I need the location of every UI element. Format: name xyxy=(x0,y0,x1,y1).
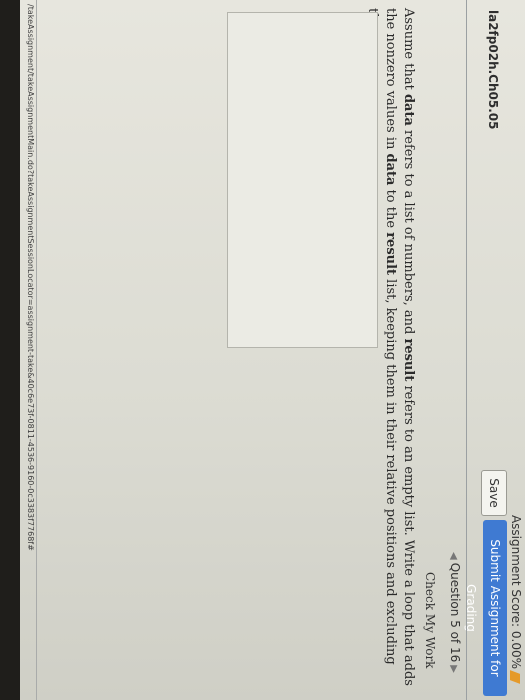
assignment-score: Assignment Score: 0.00% xyxy=(509,514,523,684)
question-navigation: ◀ Question 5 of 16 ▶ xyxy=(448,549,462,676)
header-divider xyxy=(466,0,467,700)
answer-input[interactable] xyxy=(227,12,378,348)
question-keyword-result: result xyxy=(401,338,416,382)
previous-question-icon[interactable]: ◀ xyxy=(448,552,459,560)
question-text-part: to the xyxy=(383,185,398,233)
question-text-part: refers to a list of numbers, and xyxy=(401,125,416,339)
submit-assignment-button[interactable]: Submit Assignment for Grading xyxy=(464,520,507,696)
assignment-title: la2fp02h.Ch05.05 xyxy=(486,10,500,130)
save-button[interactable]: Save xyxy=(481,470,507,516)
question-keyword-result: result xyxy=(383,232,398,276)
taskbar xyxy=(0,0,20,700)
question-keyword-data: data xyxy=(383,153,398,186)
page: Assignment Score: 0.00% Save Submit Assi… xyxy=(0,0,525,700)
next-question-icon[interactable]: ▶ xyxy=(448,665,459,673)
question-keyword-data: data xyxy=(401,93,416,126)
status-url: /takeAssignment/takeAssignmentMain.do?ta… xyxy=(26,4,35,551)
score-label: Assignment Score: 0.00% xyxy=(509,514,523,669)
assignment-header: Assignment Score: 0.00% Save Submit Assi… xyxy=(464,0,525,700)
pencil-icon xyxy=(510,670,521,684)
page-divider xyxy=(36,0,37,700)
question-text-part: Assume that xyxy=(401,8,416,94)
check-my-work-link[interactable]: Check My Work xyxy=(423,572,437,668)
question-position: Question 5 of 16 xyxy=(448,562,462,663)
